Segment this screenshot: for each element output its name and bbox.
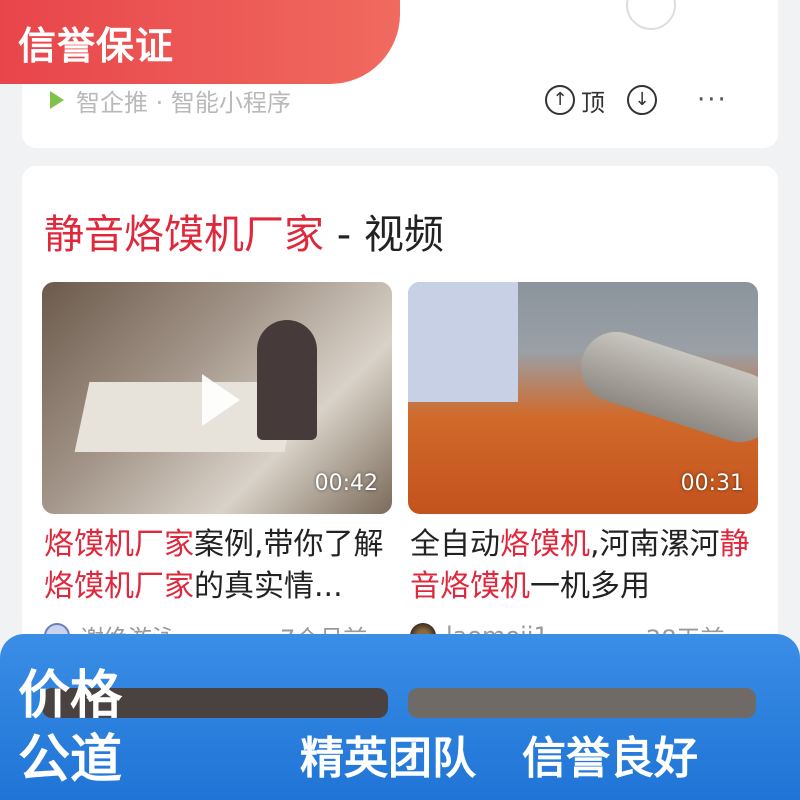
price-badge: 价格公道 [18, 666, 123, 790]
section-title-rest: - 视频 [324, 212, 444, 258]
title-text: 案例,带你了解 [194, 527, 384, 562]
video-results-card: 静音烙馍机厂家 - 视频 00:42 00:31 烙馍机厂家案例,带你了解烙馍机… [22, 166, 778, 686]
title-text: 的真实情... [194, 569, 343, 604]
title-highlight: 烙馍机 [500, 527, 590, 562]
video-thumbnail[interactable]: 00:31 [408, 282, 758, 514]
arrow-up-icon: ↑ [545, 85, 575, 115]
video-thumbnail[interactable]: 00:42 [42, 282, 392, 514]
title-text: ,河南漯河 [590, 527, 720, 562]
card-actions: ↑ 顶 ↓ ··· [545, 80, 728, 120]
top-label: 顶 [581, 88, 605, 117]
top-button[interactable]: ↑ 顶 [545, 83, 605, 118]
thumbnail-person [257, 320, 317, 440]
play-icon [50, 91, 64, 109]
source-row[interactable]: 智企推 · 智能小程序 [50, 82, 291, 118]
title-highlight: 烙馍机厂家 [44, 569, 194, 604]
section-title-highlight: 静音烙馍机厂家 [44, 212, 324, 258]
video-duration: 00:42 [314, 471, 378, 496]
video-title[interactable]: 烙馍机厂家案例,带你了解烙馍机厂家的真实情... [44, 524, 394, 608]
source-text: 智企推 · 智能小程序 [76, 88, 291, 117]
title-text: 一机多用 [530, 569, 650, 604]
video-title[interactable]: 全自动烙馍机,河南漯河静音烙馍机一机多用 [410, 524, 760, 608]
play-icon [202, 374, 240, 426]
video-duration: 00:31 [680, 471, 744, 496]
thumbnail-roller [572, 322, 758, 452]
next-thumbnail-peek [408, 688, 756, 718]
circle-icon [626, 0, 676, 30]
thumbnail-scene [408, 282, 518, 402]
slogan-credit: 信誉良好 [522, 733, 698, 784]
section-title[interactable]: 静音烙馍机厂家 - 视频 [44, 202, 444, 260]
arrow-down-icon[interactable]: ↓ [627, 85, 657, 115]
more-icon[interactable]: ··· [697, 85, 728, 115]
credit-banner: 信誉保证 [0, 0, 400, 84]
title-text: 全自动 [410, 527, 500, 562]
slogans: 精英团队 信誉良好 [300, 722, 698, 784]
slogan-team: 精英团队 [300, 733, 476, 784]
title-highlight: 烙馍机厂家 [44, 527, 194, 562]
